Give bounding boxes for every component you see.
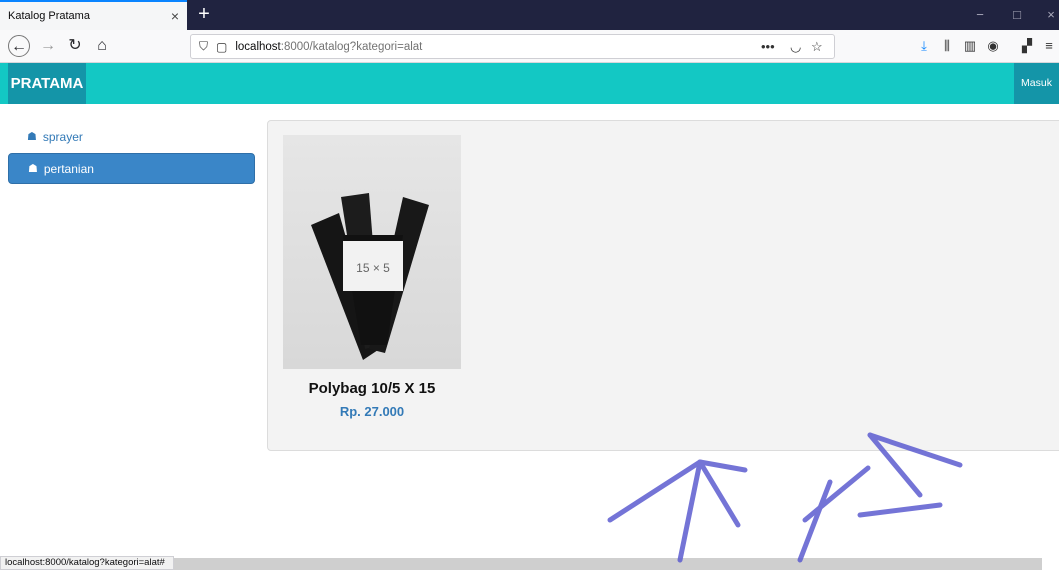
menu-icon[interactable]: ≡ [1040,36,1058,56]
tab-close-icon[interactable]: × [171,8,179,24]
download-icon[interactable]: ⤓ [915,36,933,56]
product-name[interactable]: Polybag 10/5 X 15 [283,380,461,397]
reload-icon[interactable]: ↻ [64,35,86,57]
forward-arrow-icon[interactable]: → [37,35,59,57]
minimize-icon[interactable]: − [970,5,990,25]
home-icon: ☗ [27,131,37,143]
new-tab-button[interactable]: + [193,3,215,25]
sidebar-icon[interactable]: ▥ [961,36,979,56]
horizontal-scrollbar[interactable] [174,558,1042,570]
page-icon: ▢ [216,39,228,54]
library-icon[interactable]: ⫼ [938,36,956,56]
shield-icon[interactable]: ⛉ [199,39,208,54]
category-label: pertanian [43,161,94,176]
url-path: :8000/katalog?kategori=alat [280,40,423,53]
brand-logo[interactable]: PRATAMA [8,63,86,104]
browser-tab[interactable]: Katalog Pratama × [0,0,187,30]
login-button[interactable]: Masuk [1014,63,1059,104]
close-window-icon[interactable]: × [1041,5,1059,25]
product-image-label: 15 × 5 [356,261,390,275]
category-item-pertanian[interactable]: ☗ pertanian [8,153,255,184]
app-header [0,63,1059,104]
extensions-icon[interactable]: ▞ [1018,36,1036,56]
account-icon[interactable]: ◉ [984,36,1002,56]
tab-title: Katalog Pratama [8,10,90,22]
home-icon[interactable]: ⌂ [91,35,113,57]
category-label: sprayer [42,129,83,144]
pocket-icon[interactable]: ◡ [790,39,801,55]
url-bar[interactable]: ⛉ ▢ localhost:8000/katalog?kategori=alat… [190,34,835,59]
bookmark-star-icon[interactable]: ☆ [811,39,823,55]
status-bar-link-preview: localhost:8000/katalog?kategori=alat# [0,556,174,570]
page-actions-icon[interactable]: ••• [761,39,775,54]
product-price: Rp. 27.000 [339,404,405,419]
url-host: localhost [235,40,281,53]
product-image[interactable]: 15 × 5 [283,135,461,369]
maximize-icon[interactable]: □ [1007,5,1027,25]
home-icon: ☗ [28,163,38,175]
category-item-sprayer[interactable]: ☗ sprayer [8,121,255,152]
back-arrow-icon[interactable]: ← [8,35,30,57]
